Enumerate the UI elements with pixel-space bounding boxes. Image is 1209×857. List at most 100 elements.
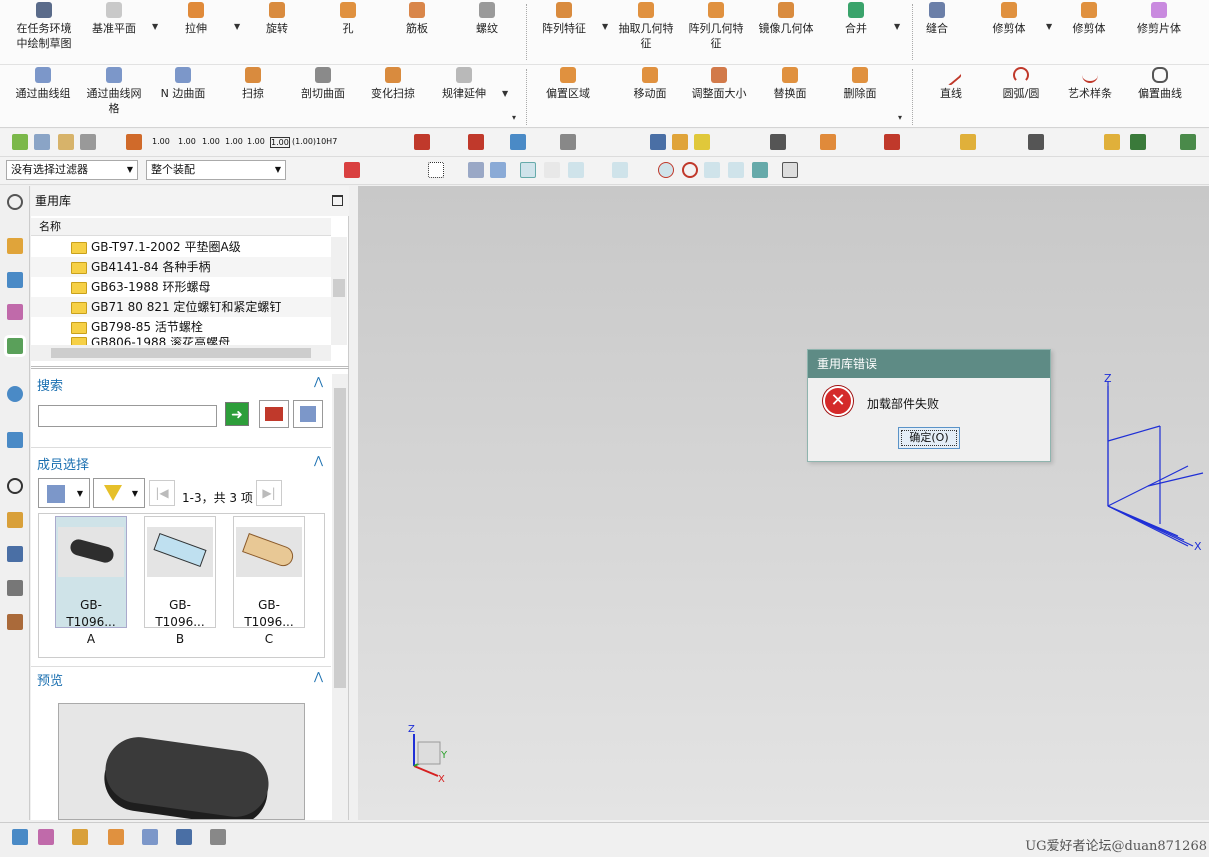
text-icon[interactable] xyxy=(176,829,192,845)
pattern-component-icon[interactable] xyxy=(142,829,158,845)
feature-icon[interactable] xyxy=(820,134,836,150)
delete-face-button[interactable]: 删除面 xyxy=(842,67,878,101)
filter-select[interactable]: ▼ xyxy=(93,478,145,508)
trim-sheet-button[interactable]: 修剪片体 xyxy=(1134,2,1184,36)
part-navigator-icon[interactable] xyxy=(7,238,23,254)
through-curves-button[interactable]: 通过曲线组 xyxy=(14,67,72,101)
search-go-button[interactable]: ➜ xyxy=(225,402,249,426)
snap-curve-icon[interactable] xyxy=(612,162,628,178)
system-scenes-icon[interactable] xyxy=(7,580,23,596)
dropdown-arrow[interactable]: ▼ xyxy=(152,22,158,31)
tree-item[interactable]: GB-T97.1-2002 平垫圈A级 xyxy=(31,237,331,257)
search-options-button[interactable] xyxy=(259,400,289,428)
gear-icon[interactable] xyxy=(7,194,23,210)
snap-circle-icon[interactable] xyxy=(682,162,698,178)
assembly-icon[interactable] xyxy=(12,829,28,845)
dropdown-arrow[interactable]: ▼ xyxy=(502,89,508,98)
tolerance-label[interactable]: 1.00 xyxy=(152,137,170,146)
scroll-thumb[interactable] xyxy=(334,388,346,688)
dropdown-arrow[interactable]: ▼ xyxy=(602,22,608,31)
search-input[interactable] xyxy=(38,405,217,427)
constraint-icon[interactable] xyxy=(1028,134,1044,150)
tree-scrollbar[interactable] xyxy=(331,237,347,345)
member-section-header[interactable]: 成员选择 ⋀ xyxy=(31,454,331,473)
assembly-icon[interactable] xyxy=(960,134,976,150)
resize-face-button[interactable]: 调整面大小 xyxy=(690,67,748,101)
maximize-icon[interactable] xyxy=(332,195,343,206)
tree-item[interactable]: GB63-1988 环形螺母 xyxy=(31,277,331,297)
extrude-button[interactable]: 拉伸 xyxy=(180,2,212,36)
rib-button[interactable]: 筋板 xyxy=(404,2,430,36)
pattern-geometry-button[interactable]: 阵列几何特 征 xyxy=(686,2,746,51)
ok-button[interactable]: 确定(O) xyxy=(898,427,960,449)
n-sided-surface-button[interactable]: N 边曲面 xyxy=(158,67,208,101)
offset-region-button[interactable]: 偏置区域 xyxy=(544,67,592,101)
move-face-button[interactable]: 移动面 xyxy=(632,67,668,101)
dropdown-arrow[interactable]: ▼ xyxy=(234,22,240,31)
body-icon[interactable] xyxy=(490,162,506,178)
hole-button[interactable]: 孔 xyxy=(338,2,358,36)
manufacturing-icon[interactable] xyxy=(7,614,23,630)
sew-button[interactable]: 缝合 xyxy=(924,2,950,36)
unite-button[interactable]: 合并 xyxy=(842,2,870,36)
move-icon[interactable] xyxy=(1130,134,1146,150)
replace-face-button[interactable]: 替换面 xyxy=(772,67,808,101)
member-card[interactable]: GB-T1096... A xyxy=(55,516,127,646)
tolerance-label[interactable]: 1.00 xyxy=(202,137,220,146)
arrow-icon[interactable] xyxy=(510,134,526,150)
reposition-icon[interactable] xyxy=(1180,134,1196,150)
snap-center-icon[interactable] xyxy=(658,162,674,178)
tool-icon[interactable] xyxy=(34,134,50,150)
tolerance-label[interactable]: 1.00 xyxy=(178,137,196,146)
advanced-search-button[interactable] xyxy=(293,400,323,428)
thread-button[interactable]: 螺纹 xyxy=(474,2,500,36)
clock-icon[interactable] xyxy=(7,478,23,494)
snap-line-icon[interactable] xyxy=(544,162,560,178)
curve-mesh-button[interactable]: 通过曲线网 格 xyxy=(84,67,144,116)
sketch-button[interactable]: 在任务环境 中绘制草图 xyxy=(12,2,76,51)
panel-scrollbar[interactable] xyxy=(332,374,348,820)
dropdown-arrow[interactable]: ▼ xyxy=(894,22,900,31)
tree-item[interactable]: GB806-1988 滚花高螺母 xyxy=(31,337,331,345)
datum-icon[interactable] xyxy=(694,134,710,150)
offset-curve-button[interactable]: 偏置曲线 xyxy=(1136,67,1184,101)
mirror-geometry-button[interactable]: 镜像几何体 xyxy=(756,2,816,36)
chevron-up-icon[interactable]: ⋀ xyxy=(314,375,323,388)
datum-csys[interactable] xyxy=(1107,381,1204,547)
selection-filter-select[interactable]: 没有选择过滤器 ▼ xyxy=(6,160,138,180)
tree-h-scrollbar[interactable] xyxy=(31,345,331,361)
tree-item[interactable]: GB798-85 活节螺栓 xyxy=(31,317,331,337)
view-mode-select[interactable]: ▼ xyxy=(38,478,90,508)
more-arrow[interactable]: ▾ xyxy=(898,113,902,122)
tolerance-label[interactable]: 1.00 xyxy=(270,137,290,148)
check-icon[interactable] xyxy=(12,134,28,150)
assembly-navigator-icon[interactable] xyxy=(7,272,23,288)
roles-icon[interactable] xyxy=(7,546,23,562)
section-surface-button[interactable]: 剖切曲面 xyxy=(298,67,348,101)
tolerance-label[interactable]: (1.00) xyxy=(292,137,316,146)
constraint-navigator-icon[interactable] xyxy=(7,304,23,320)
snap-point-icon[interactable] xyxy=(752,162,768,178)
snap-end-icon[interactable] xyxy=(520,162,536,178)
next-page-button[interactable]: ▶| xyxy=(256,480,282,506)
search-section-header[interactable]: 搜索 ⋀ xyxy=(31,375,331,394)
tolerance-label[interactable]: 1.00 xyxy=(247,137,265,146)
variational-sweep-button[interactable]: 变化扫掠 xyxy=(368,67,418,101)
font-icon[interactable] xyxy=(210,829,226,845)
snap-tangent-icon[interactable] xyxy=(728,162,744,178)
dropdown-arrow[interactable]: ▼ xyxy=(1046,22,1052,31)
palette-icon[interactable] xyxy=(7,512,23,528)
tree-item[interactable]: GB4141-84 各种手柄 xyxy=(31,257,331,277)
select-icon[interactable] xyxy=(344,162,360,178)
triangle-icon[interactable] xyxy=(770,134,786,150)
move-component-icon[interactable] xyxy=(108,829,124,845)
pencil-icon[interactable] xyxy=(672,134,688,150)
tolerance-label[interactable]: 1.00 xyxy=(225,137,243,146)
line-icon[interactable] xyxy=(414,134,430,150)
surface-icon[interactable] xyxy=(560,134,576,150)
line-button[interactable]: 直线 xyxy=(938,63,964,101)
web-browser-icon[interactable] xyxy=(7,386,23,402)
chevron-up-icon[interactable]: ⋀ xyxy=(314,454,323,467)
preview-section-header[interactable]: 预览 ⋀ xyxy=(31,670,331,689)
more-arrow[interactable]: ▾ xyxy=(512,113,516,122)
